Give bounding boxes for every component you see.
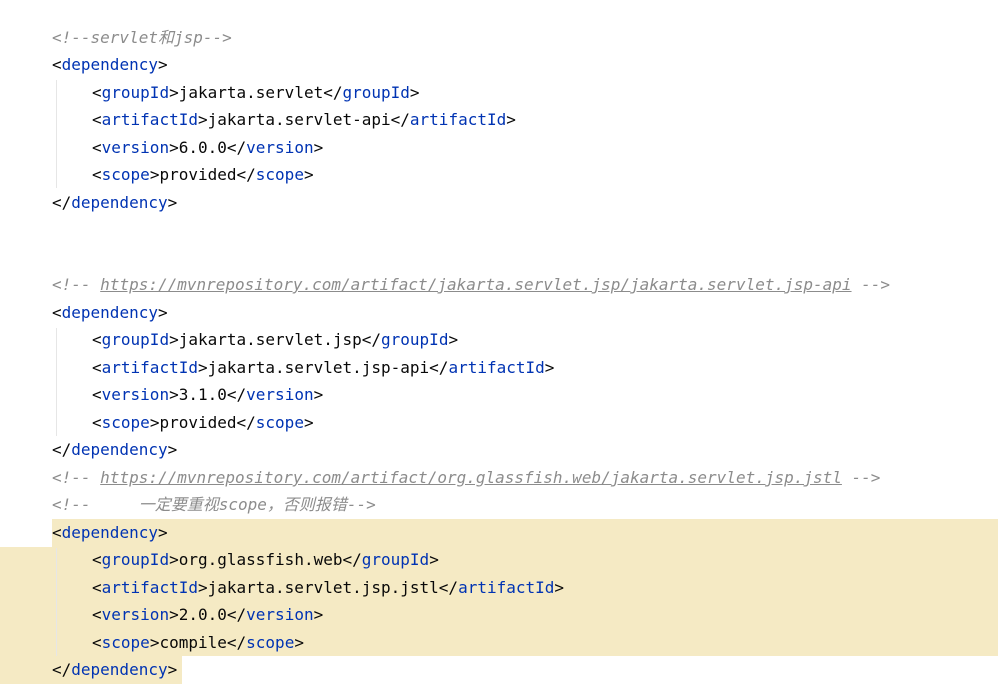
indent-guide: [56, 328, 57, 436]
code-comment[interactable]: <!--servlet和jsp-->: [52, 25, 232, 51]
comment-link[interactable]: https://mvnrepository.com/artifact/jakar…: [100, 275, 851, 294]
code-line-artifactid[interactable]: <artifactId>jakarta.servlet-api</artifac…: [92, 107, 516, 133]
indent-guide: [56, 80, 57, 188]
code-line-dependency-close[interactable]: </dependency>: [52, 437, 177, 463]
code-line-dependency-open[interactable]: <dependency>: [52, 300, 168, 326]
code-line-groupid[interactable]: <groupId>org.glassfish.web</groupId>: [92, 547, 439, 573]
highlight-block: [52, 519, 998, 547]
indent-guide: [56, 548, 57, 656]
code-line-artifactid[interactable]: <artifactId>jakarta.servlet.jsp.jstl</ar…: [92, 575, 564, 601]
code-line-groupid[interactable]: <groupId>jakarta.servlet.jsp</groupId>: [92, 327, 458, 353]
comment-link[interactable]: https://mvnrepository.com/artifact/org.g…: [100, 468, 842, 487]
code-line-scope[interactable]: <scope>compile</scope>: [92, 630, 304, 656]
code-line-dependency-close[interactable]: </dependency>: [52, 190, 177, 216]
code-comment-url[interactable]: <!-- https://mvnrepository.com/artifact/…: [52, 465, 880, 491]
code-line-dependency-open[interactable]: <dependency>: [52, 52, 168, 78]
code-line-scope[interactable]: <scope>provided</scope>: [92, 410, 314, 436]
code-line-version[interactable]: <version>6.0.0</version>: [92, 135, 323, 161]
code-line-dependency-open[interactable]: <dependency>: [52, 520, 168, 546]
code-line-version[interactable]: <version>3.1.0</version>: [92, 382, 323, 408]
code-line-dependency-close[interactable]: </dependency>: [52, 657, 177, 683]
code-line-scope[interactable]: <scope>provided</scope>: [92, 162, 314, 188]
code-comment-url[interactable]: <!-- https://mvnrepository.com/artifact/…: [52, 272, 890, 298]
code-line-groupid[interactable]: <groupId>jakarta.servlet</groupId>: [92, 80, 420, 106]
code-line-artifactid[interactable]: <artifactId>jakarta.servlet.jsp-api</art…: [92, 355, 554, 381]
code-line-version[interactable]: <version>2.0.0</version>: [92, 602, 323, 628]
code-comment[interactable]: <!-- 一定要重视scope，否则报错-->: [52, 492, 376, 518]
